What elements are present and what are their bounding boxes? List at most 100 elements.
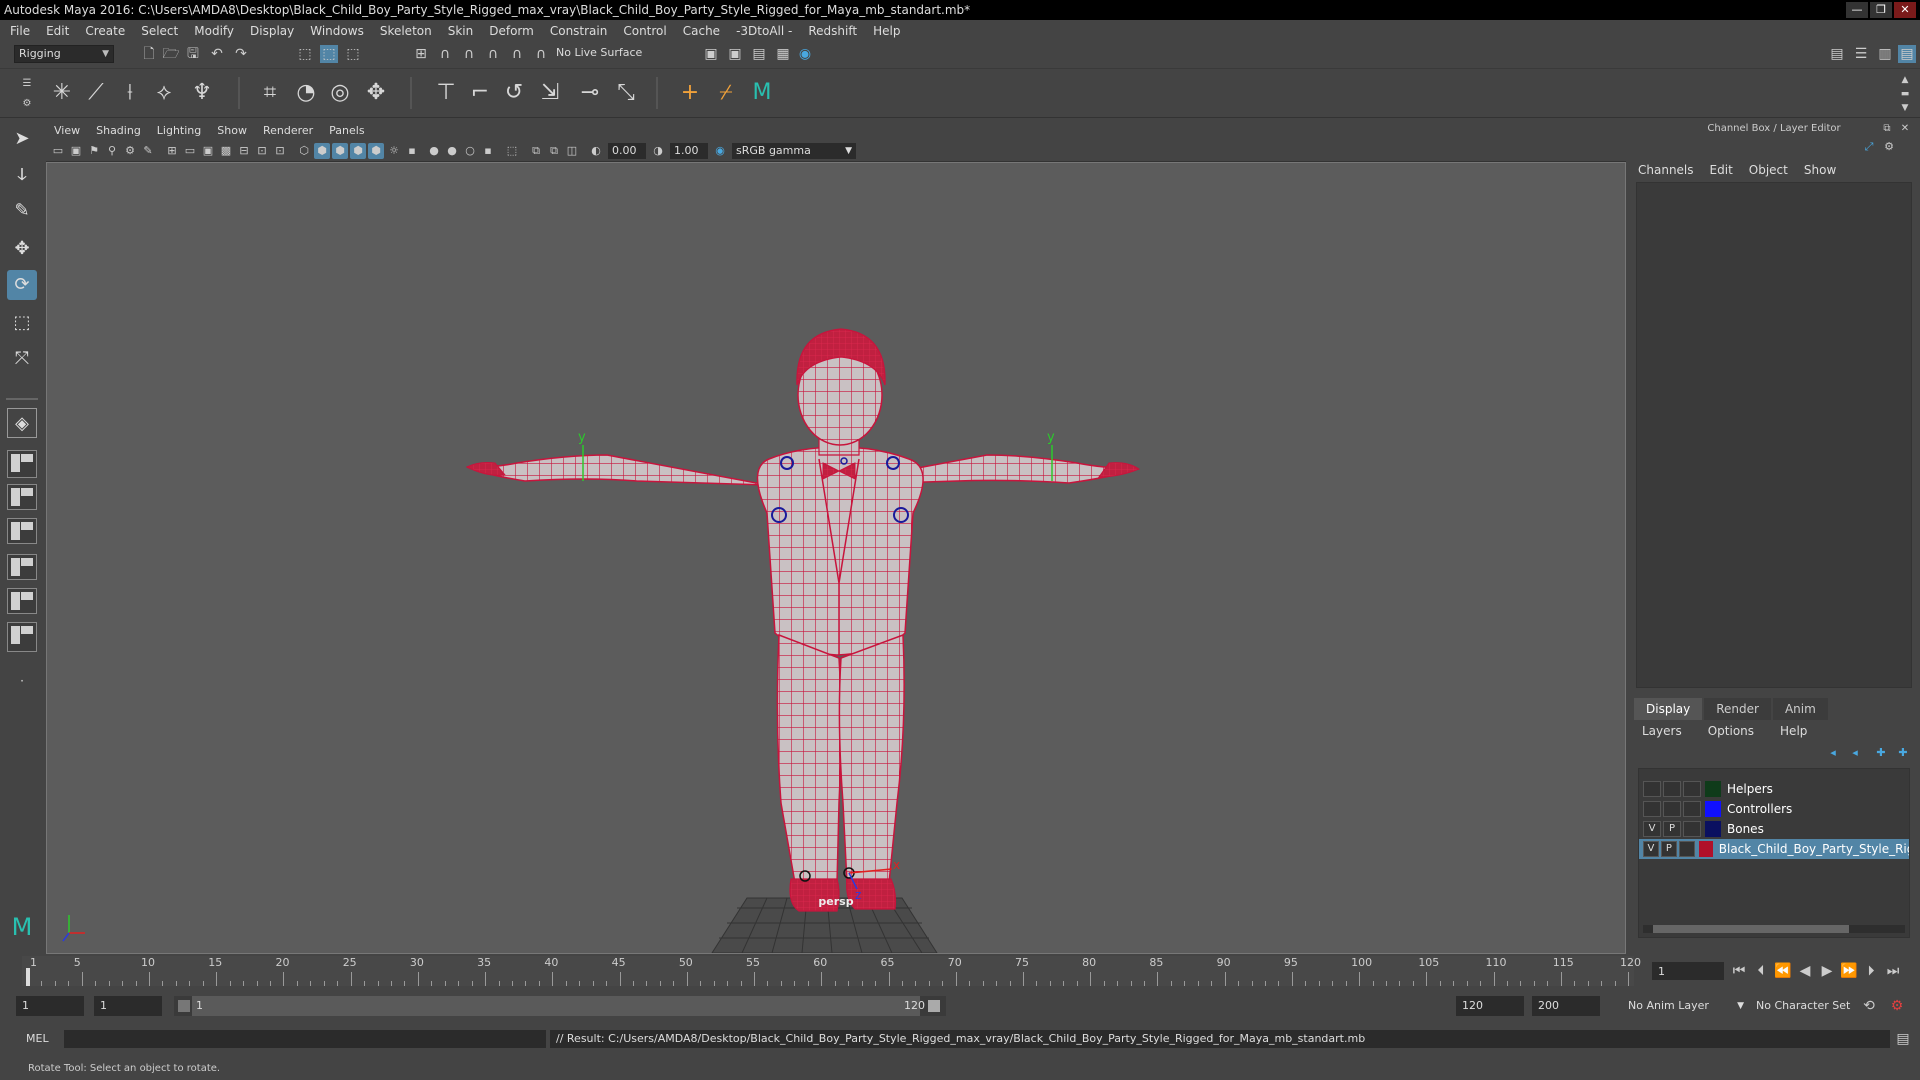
redo-icon[interactable]: ↷	[232, 45, 250, 63]
menu-3dtoall[interactable]: -3DtoAll -	[736, 24, 792, 38]
shelf-tabs-icon[interactable]: ☰	[18, 75, 36, 93]
use-all-lights-icon[interactable]: ⬢	[368, 143, 384, 159]
safe-action-icon[interactable]: ⊡	[254, 143, 270, 159]
go-to-end-icon[interactable]: ⏭	[1884, 962, 1902, 980]
select-component-icon[interactable]: ⬚	[344, 45, 362, 63]
snap-point-icon[interactable]: ∩	[460, 45, 478, 63]
lasso-tool-icon[interactable]: ↆ	[7, 160, 37, 190]
live-surface-field[interactable]: No Live Surface	[552, 45, 652, 63]
menu-cache[interactable]: Cache	[683, 24, 720, 38]
tool-settings-icon[interactable]: ▥	[1876, 45, 1894, 63]
wrap-icon[interactable]: ✥	[362, 79, 390, 107]
close-panel-icon[interactable]: ✕	[1896, 120, 1914, 138]
depth-of-field-icon[interactable]: ○	[462, 143, 478, 159]
aim-constraint-icon[interactable]: ⊸	[576, 79, 604, 107]
multisample-aa-icon[interactable]: ●	[444, 143, 460, 159]
animation-preferences-icon[interactable]: ⚙	[1888, 997, 1906, 1015]
select-object-icon[interactable]: ⬚	[320, 45, 338, 63]
bind-skin-icon[interactable]: ♆	[188, 79, 216, 107]
snap-view-plane-icon[interactable]: ∩	[484, 45, 502, 63]
menu-windows[interactable]: Windows	[310, 24, 364, 38]
xray-active-icon[interactable]: ⧉	[546, 143, 562, 159]
field-chart-icon[interactable]: ⊟	[236, 143, 252, 159]
range-end-handle[interactable]	[928, 1000, 940, 1012]
camera-attributes-icon[interactable]: ▣	[68, 143, 84, 159]
close-button[interactable]: ✕	[1894, 2, 1916, 18]
point-constraint-icon[interactable]: ⌐	[466, 79, 494, 107]
resolution-gate-icon[interactable]: ▣	[200, 143, 216, 159]
play-forwards-icon[interactable]: ▶	[1818, 962, 1836, 980]
open-scene-icon[interactable]: 🗁	[162, 45, 180, 63]
snap-curve-icon[interactable]: ∩	[436, 45, 454, 63]
locator-icon[interactable]: +	[676, 79, 704, 107]
anim-layer-dropdown[interactable]: No Anim Layer ▼	[1622, 996, 1746, 1016]
layer-visibility-toggle[interactable]: V	[1643, 821, 1661, 837]
step-forward-frame-icon[interactable]: ⏵	[1862, 962, 1880, 980]
layer-display-type[interactable]	[1678, 841, 1695, 857]
layer-visibility-toggle[interactable]	[1643, 801, 1661, 817]
backface-culling-icon[interactable]: ◫	[564, 143, 580, 159]
cluster-icon[interactable]: ⌗	[256, 79, 284, 107]
bookmark-icon[interactable]: ⚑	[86, 143, 102, 159]
parent-constraint-icon[interactable]: ⊤	[432, 79, 460, 107]
viewport-menu-view[interactable]: View	[54, 124, 80, 137]
range-bar[interactable]	[192, 996, 920, 1016]
perspective-viewport[interactable]: y y x z	[46, 162, 1626, 954]
current-time-indicator[interactable]	[26, 968, 30, 986]
menu-display[interactable]: Display	[250, 24, 294, 38]
layer-visibility-toggle[interactable]: V	[1643, 841, 1659, 857]
insert-joint-icon[interactable]: ⟡	[150, 79, 178, 107]
gamma-field[interactable]: 1.00	[670, 143, 708, 159]
wireframe-icon[interactable]: ⬡	[296, 143, 312, 159]
exposure-field[interactable]: 0.00	[608, 143, 646, 159]
image-plane-icon[interactable]: ⚲	[104, 143, 120, 159]
maximize-button[interactable]: ❐	[1870, 2, 1892, 18]
attribute-toggle-icon[interactable]: ⚙	[1880, 138, 1898, 156]
shelf-settings-icon[interactable]: ⚙	[18, 95, 36, 113]
create-controller-icon[interactable]: ⌿	[712, 79, 740, 107]
hypershade-icon[interactable]: ▦	[774, 45, 792, 63]
layer-menu-options[interactable]: Options	[1700, 722, 1754, 740]
layer-visibility-toggle[interactable]	[1643, 781, 1661, 797]
step-back-frame-icon[interactable]: ⏴	[1752, 962, 1770, 980]
save-scene-icon[interactable]: 🖫	[184, 45, 202, 63]
viewport-menu-renderer[interactable]: Renderer	[263, 124, 313, 137]
viewport-menu-panels[interactable]: Panels	[329, 124, 364, 137]
menu-control[interactable]: Control	[623, 24, 666, 38]
channel-box-menu-object[interactable]: Object	[1749, 163, 1788, 177]
persp-graph-layout-icon[interactable]	[7, 554, 37, 580]
scrollbar-thumb[interactable]	[1653, 925, 1849, 933]
menu-constrain[interactable]: Constrain	[550, 24, 608, 38]
snap-surface-icon[interactable]: ∩	[508, 45, 526, 63]
go-to-start-icon[interactable]: ⏮	[1730, 962, 1748, 980]
select-hierarchy-icon[interactable]: ⬚	[296, 45, 314, 63]
new-empty-layer-icon[interactable]: ✚	[1872, 744, 1890, 762]
four-view-layout-icon[interactable]	[7, 450, 37, 478]
layout-more-icon[interactable]	[7, 630, 37, 660]
smooth-shade-icon[interactable]: ⬢	[314, 143, 330, 159]
isolate-select-icon[interactable]: ▪	[480, 143, 496, 159]
render-view-icon[interactable]: ◉	[796, 45, 814, 63]
layer-menu-layers[interactable]: Layers	[1634, 722, 1682, 740]
film-gate-icon[interactable]: ▭	[182, 143, 198, 159]
layer-row-character[interactable]: V P Black_Child_Boy_Party_Style_Rigged	[1639, 839, 1909, 859]
layer-color-swatch[interactable]	[1705, 821, 1721, 837]
float-panel-icon[interactable]: ⧉	[1878, 120, 1896, 138]
layer-row-controllers[interactable]: Controllers	[1639, 799, 1909, 819]
command-input[interactable]	[64, 1030, 546, 1048]
menu-redshift[interactable]: Redshift	[808, 24, 857, 38]
layer-display-type[interactable]	[1683, 781, 1701, 797]
time-slider[interactable]: 1 5 10 15 20 25 30 35 40 45 50 55 60 65 70 75 80 85 90 95 10…	[0, 954, 1920, 988]
menu-help[interactable]: Help	[873, 24, 900, 38]
layer-list-scrollbar[interactable]	[1643, 925, 1905, 933]
menu-skin[interactable]: Skin	[448, 24, 474, 38]
animation-start-field[interactable]: 1	[16, 996, 84, 1016]
menu-deform[interactable]: Deform	[489, 24, 534, 38]
two-d-pan-icon[interactable]: ⚙	[122, 143, 138, 159]
layer-playback-toggle[interactable]: P	[1663, 821, 1681, 837]
character-set-dropdown[interactable]: No Character Set	[1750, 996, 1868, 1016]
render-current-frame-icon[interactable]: ▣	[702, 45, 720, 63]
menu-edit[interactable]: Edit	[46, 24, 69, 38]
channel-box-menu-edit[interactable]: Edit	[1710, 163, 1733, 177]
menu-select[interactable]: Select	[141, 24, 178, 38]
